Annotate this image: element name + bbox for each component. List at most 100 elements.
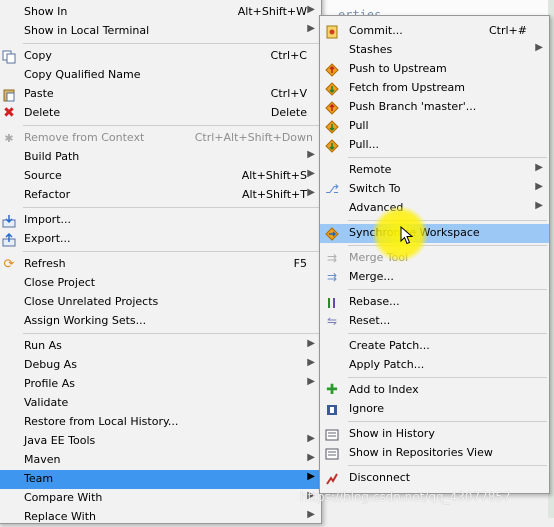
menu-item-maven[interactable]: Maven ▶: [0, 451, 321, 470]
menu-item-pull-dialog[interactable]: Pull...: [320, 136, 549, 155]
menu-separator: [348, 333, 547, 334]
menu-item-team[interactable]: Team ▶: [0, 470, 321, 489]
submenu-arrow-icon: ▶: [307, 187, 315, 198]
pull-dialog-icon: [324, 138, 340, 153]
menu-separator: [23, 251, 319, 252]
menu-item-close-unrelated-projects[interactable]: Close Unrelated Projects: [0, 293, 321, 312]
menu-item-label: Close Unrelated Projects: [24, 295, 159, 308]
menu-item-label: Show In: [24, 5, 68, 18]
menu-item-show-in[interactable]: Show In Alt+Shift+W ▶: [0, 3, 321, 22]
menu-item-remote[interactable]: Remote ▶: [320, 161, 549, 180]
menu-item-fetch-from-upstream[interactable]: Fetch from Upstream: [320, 79, 549, 98]
switch-branch-icon: ⎇: [325, 182, 339, 196]
menu-item-label: Commit...: [349, 24, 403, 37]
menu-item-show-in-repositories-view[interactable]: Show in Repositories View: [320, 444, 549, 463]
menu-item-show-in-history[interactable]: Show in History: [320, 425, 549, 444]
pull-icon: [324, 119, 340, 134]
menu-item-paste[interactable]: Paste Ctrl+V: [0, 85, 321, 104]
import-icon: [1, 213, 17, 228]
submenu-arrow-icon: ▶: [307, 338, 315, 349]
menu-item-pull[interactable]: Pull: [320, 117, 549, 136]
menu-item-label: Stashes: [349, 43, 393, 56]
menu-separator: [348, 465, 547, 466]
submenu-arrow-icon: ▶: [307, 357, 315, 368]
menu-item-assign-working-sets[interactable]: Assign Working Sets...: [0, 312, 321, 331]
menu-item-label: Switch To: [349, 182, 401, 195]
menu-item-label: Add to Index: [349, 383, 419, 396]
menu-item-commit[interactable]: Commit... Ctrl+#: [320, 22, 549, 41]
menu-item-accelerator: Alt+Shift+S: [241, 169, 307, 182]
menu-item-create-patch[interactable]: Create Patch...: [320, 337, 549, 356]
menu-item-label: Debug As: [24, 358, 77, 371]
menu-item-push-branch[interactable]: Push Branch 'master'...: [320, 98, 549, 117]
menu-separator: [348, 289, 547, 290]
project-context-menu: Show In Alt+Shift+W ▶ Show in Local Term…: [0, 0, 322, 524]
menu-item-copy-qualified-name[interactable]: Copy Qualified Name: [0, 66, 321, 85]
menu-item-label: Import...: [24, 213, 71, 226]
menu-item-label: Java EE Tools: [24, 434, 96, 447]
menu-item-advanced[interactable]: Advanced ▶: [320, 199, 549, 218]
menu-item-synchronize-workspace[interactable]: Synchronize Workspace: [320, 224, 549, 243]
menu-item-label: Show in Local Terminal: [24, 24, 150, 37]
menu-item-export[interactable]: Export...: [0, 230, 321, 249]
menu-item-refactor[interactable]: Refactor Alt+Shift+T ▶: [0, 186, 321, 205]
menu-item-build-path[interactable]: Build Path ▶: [0, 148, 321, 167]
menu-item-switch-to[interactable]: ⎇ Switch To ▶: [320, 180, 549, 199]
menu-item-label: Refresh: [24, 257, 66, 270]
menu-item-push-to-upstream[interactable]: Push to Upstream: [320, 60, 549, 79]
menu-item-ignore[interactable]: Ignore: [320, 400, 549, 419]
menu-item-disconnect[interactable]: Disconnect: [320, 469, 549, 488]
menu-item-remove-from-context[interactable]: ✱ Remove from Context Ctrl+Alt+Shift+Dow…: [0, 129, 321, 148]
menu-item-label: Validate: [24, 396, 69, 409]
menu-item-label: Close Project: [24, 276, 96, 289]
menu-item-validate[interactable]: Validate: [0, 394, 321, 413]
push-icon: [324, 62, 340, 77]
submenu-arrow-icon: ▶: [307, 471, 315, 482]
menu-item-label: Push Branch 'master'...: [349, 100, 477, 113]
menu-item-copy[interactable]: Copy Ctrl+C: [0, 47, 321, 66]
menu-item-run-as[interactable]: Run As ▶: [0, 337, 321, 356]
menu-item-label: Paste: [24, 87, 54, 100]
menu-item-accelerator: Alt+Shift+W: [237, 5, 307, 18]
menu-item-delete[interactable]: ✖ Delete Delete: [0, 104, 321, 123]
merge-icon: ⇉: [326, 270, 338, 284]
menu-item-close-project[interactable]: Close Project: [0, 274, 321, 293]
menu-item-stashes[interactable]: Stashes ▶: [320, 41, 549, 60]
menu-item-label: Reset...: [349, 314, 391, 327]
menu-item-merge[interactable]: ⇉ Merge...: [320, 268, 549, 287]
submenu-arrow-icon: ▶: [307, 452, 315, 463]
menu-item-refresh[interactable]: ⟳ Refresh F5: [0, 255, 321, 274]
menu-separator: [23, 333, 319, 334]
menu-item-compare-with[interactable]: Compare With ▶: [0, 489, 321, 508]
mouse-pointer-icon: [400, 226, 414, 245]
menu-item-label: Run As: [24, 339, 62, 352]
menu-item-label: Fetch from Upstream: [349, 81, 465, 94]
menu-item-show-in-local-terminal[interactable]: Show in Local Terminal ▶: [0, 22, 321, 41]
menu-item-label: Copy: [24, 49, 52, 62]
menu-item-profile-as[interactable]: Profile As ▶: [0, 375, 321, 394]
delete-icon: ✖: [3, 105, 15, 121]
menu-item-accelerator: Alt+Shift+T: [241, 188, 307, 201]
menu-item-java-ee-tools[interactable]: Java EE Tools ▶: [0, 432, 321, 451]
menu-item-label: Create Patch...: [349, 339, 430, 352]
menu-item-merge-tool[interactable]: ⇉ Merge Tool: [320, 249, 549, 268]
menu-separator: [348, 377, 547, 378]
commit-icon: [324, 24, 340, 39]
team-submenu: Commit... Ctrl+# Stashes ▶ Push to Upstr…: [319, 15, 550, 494]
menu-item-label: Replace With: [24, 510, 96, 523]
menu-item-add-to-index[interactable]: ✚ Add to Index: [320, 381, 549, 400]
menu-item-restore-from-local-history[interactable]: Restore from Local History...: [0, 413, 321, 432]
repositories-icon: [324, 446, 340, 461]
submenu-arrow-icon: ▶: [307, 149, 315, 160]
menu-item-apply-patch[interactable]: Apply Patch...: [320, 356, 549, 375]
menu-item-debug-as[interactable]: Debug As ▶: [0, 356, 321, 375]
menu-item-source[interactable]: Source Alt+Shift+S ▶: [0, 167, 321, 186]
menu-item-reset[interactable]: ⇋ Reset...: [320, 312, 549, 331]
menu-item-import[interactable]: Import...: [0, 211, 321, 230]
menu-item-label: Show in Repositories View: [349, 446, 493, 459]
menu-item-label: Export...: [24, 232, 71, 245]
menu-item-rebase[interactable]: Rebase...: [320, 293, 549, 312]
menu-item-label: Apply Patch...: [349, 358, 425, 371]
synchronize-icon: [324, 226, 340, 241]
disconnect-icon: [324, 471, 340, 486]
